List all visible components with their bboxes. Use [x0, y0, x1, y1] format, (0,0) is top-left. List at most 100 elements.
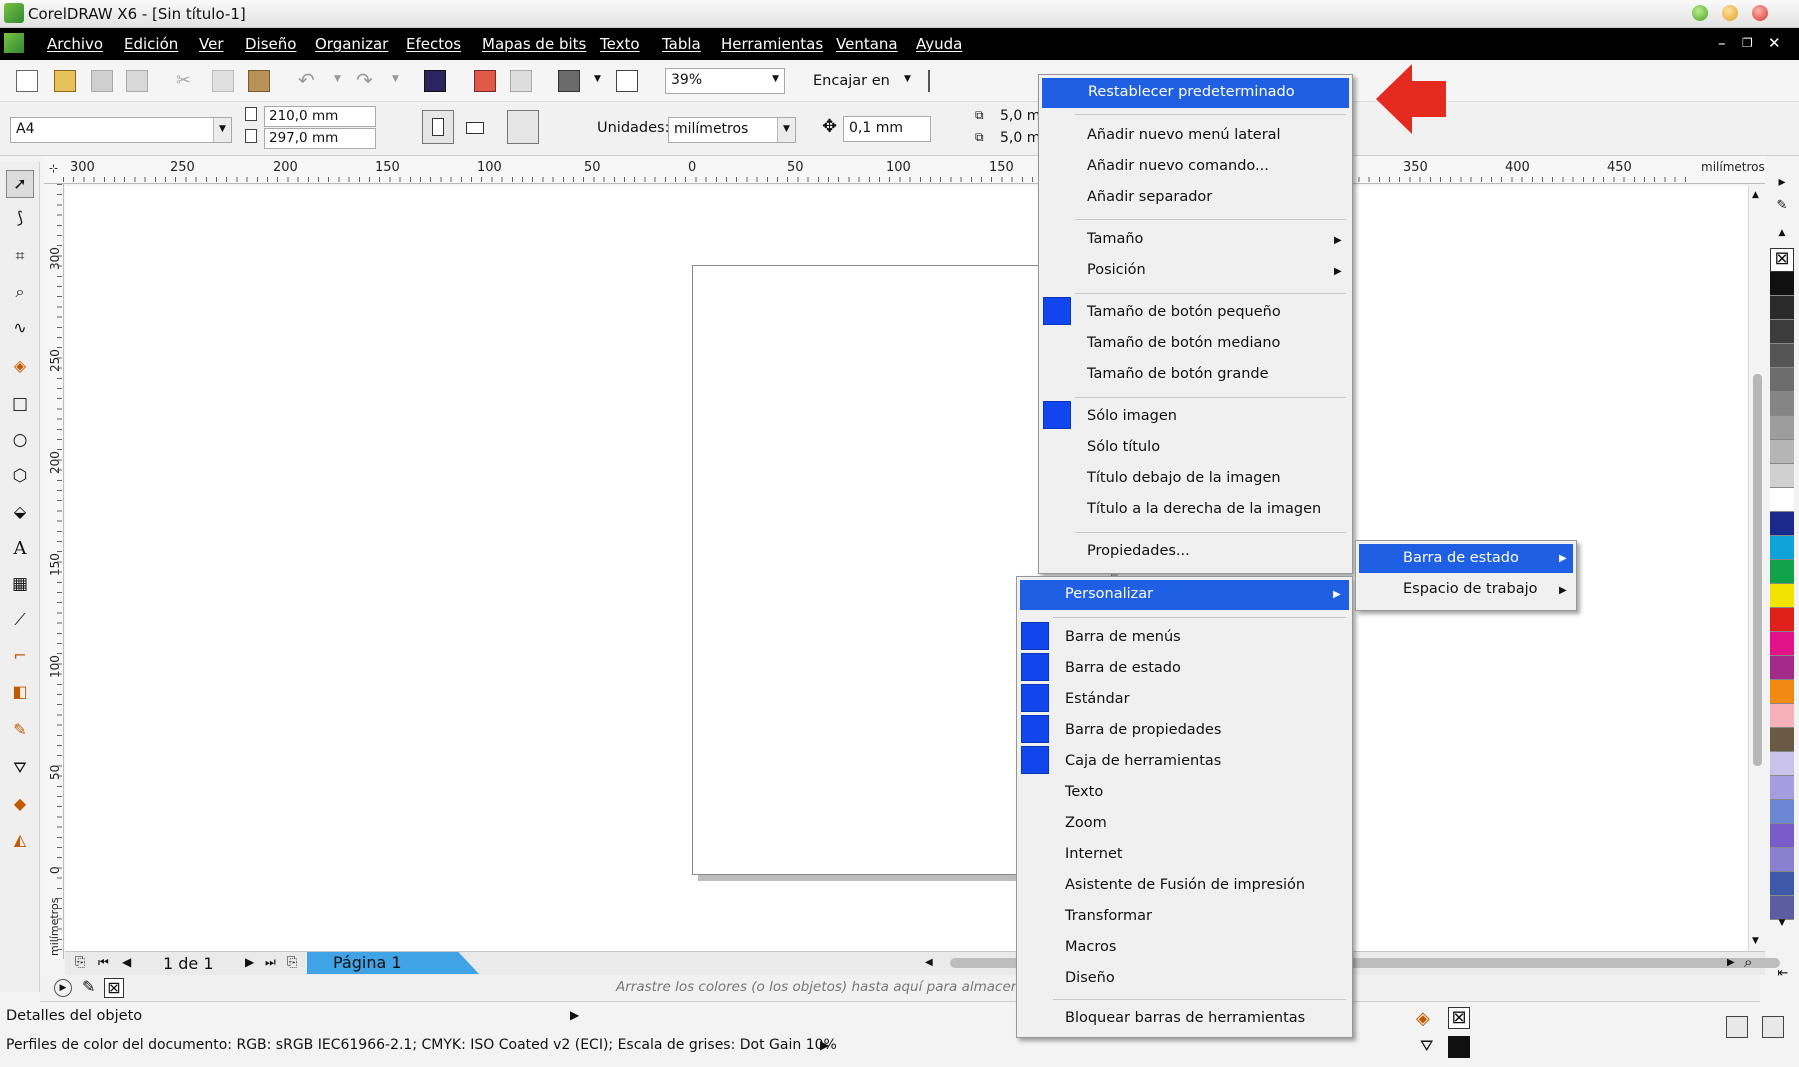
menu-item-customize[interactable]: Personalizar ▶: [1020, 580, 1349, 610]
redo-icon[interactable]: ↷: [356, 68, 373, 92]
palette-scroll-down-icon[interactable]: ▼: [1770, 918, 1794, 932]
dup-x-value[interactable]: 5,0 m: [1000, 108, 1040, 124]
color-swatch[interactable]: [1770, 560, 1794, 584]
undo-icon[interactable]: ↶: [298, 68, 315, 92]
nudge-input[interactable]: 0,1 mm: [843, 116, 931, 142]
outline-swatch-black[interactable]: [1448, 1036, 1470, 1058]
doc-close-icon[interactable]: ✕: [1768, 34, 1781, 52]
color-swatch[interactable]: [1770, 752, 1794, 776]
menu-item-toolbox[interactable]: Caja de herramientas: [1065, 753, 1221, 769]
color-swatch[interactable]: [1770, 680, 1794, 704]
color-swatch[interactable]: [1770, 896, 1794, 920]
options-icon[interactable]: [928, 70, 950, 92]
units-dropdown-icon[interactable]: ▼: [777, 118, 795, 142]
basic-shapes-tool-icon[interactable]: ⬙: [6, 502, 34, 530]
menu-archivo[interactable]: Archivo: [47, 35, 103, 53]
palette-menu-icon[interactable]: ▸: [1770, 174, 1794, 194]
landscape-button[interactable]: [460, 110, 492, 144]
menu-item-title-below[interactable]: Título debajo de la imagen: [1087, 470, 1281, 486]
connector-tool-icon[interactable]: ⌐: [6, 646, 34, 674]
menu-item-button-large[interactable]: Tamaño de botón grande: [1087, 366, 1269, 382]
no-color-icon[interactable]: ⊠: [104, 978, 124, 998]
dimension-tool-icon[interactable]: ⟋: [6, 610, 34, 638]
all-pages-icon[interactable]: [507, 110, 539, 144]
close-button[interactable]: [1752, 5, 1768, 21]
menu-item-macros[interactable]: Macros: [1065, 939, 1116, 955]
color-swatch[interactable]: [1770, 368, 1794, 392]
new-document-icon[interactable]: [16, 70, 38, 92]
save-icon[interactable]: [91, 70, 113, 92]
menu-item-property-bar[interactable]: Barra de propiedades: [1065, 722, 1221, 738]
shape-tool-icon[interactable]: ⟆: [6, 208, 34, 236]
menu-item-title-right[interactable]: Título a la derecha de la imagen: [1087, 501, 1321, 517]
last-page-icon[interactable]: ⏭: [265, 955, 276, 970]
menu-mapas-de-bits[interactable]: Mapas de bits: [482, 35, 586, 53]
menu-item-print-merge[interactable]: Asistente de Fusión de impresión: [1065, 877, 1305, 893]
scroll-up-icon[interactable]: ▲: [1752, 190, 1759, 200]
vertical-scrollbar[interactable]: ▲ ▼: [1748, 186, 1766, 951]
menu-ventana[interactable]: Ventana: [836, 35, 898, 53]
vertical-scroll-thumb[interactable]: [1753, 374, 1762, 766]
color-swatch[interactable]: [1770, 872, 1794, 896]
scroll-down-icon[interactable]: ▼: [1752, 936, 1759, 946]
fill-tool-icon[interactable]: ◆: [6, 794, 34, 822]
vertical-ruler[interactable]: 300 250 200 150 100 50 0 milímetros: [44, 184, 64, 959]
color-swatch[interactable]: [1770, 800, 1794, 824]
menu-item-only-image[interactable]: Sólo imagen: [1087, 408, 1177, 424]
color-swatch[interactable]: [1770, 440, 1794, 464]
color-swatch[interactable]: [1770, 392, 1794, 416]
doc-minimize-icon[interactable]: –: [1718, 34, 1726, 52]
palette-expand-icon[interactable]: ⇤: [1772, 966, 1794, 984]
menu-item-reset-default[interactable]: Restablecer predeterminado: [1042, 78, 1349, 108]
export-icon[interactable]: [510, 70, 532, 92]
copy-icon[interactable]: [212, 70, 234, 92]
page-size-select[interactable]: A4: [10, 117, 232, 143]
menu-item-add-flyout[interactable]: Añadir nuevo menú lateral: [1087, 127, 1281, 143]
next-page-icon[interactable]: ▶: [245, 955, 254, 969]
add-page-after-icon[interactable]: ⎘: [287, 955, 297, 970]
menu-edicion[interactable]: Edición: [124, 35, 178, 53]
zoom-tool-icon[interactable]: ⌕: [6, 282, 34, 310]
maximize-button[interactable]: [1722, 5, 1738, 21]
menu-item-only-title[interactable]: Sólo título: [1087, 439, 1160, 455]
no-color-swatch[interactable]: ⊠: [1770, 248, 1794, 272]
launcher-dropdown-icon[interactable]: ▼: [594, 74, 601, 84]
color-profile-info[interactable]: Perfiles de color del documento: RGB: sR…: [6, 1037, 837, 1053]
application-launcher-icon[interactable]: [558, 70, 580, 92]
smart-fill-tool-icon[interactable]: ◈: [6, 356, 34, 384]
text-tool-icon[interactable]: A: [6, 538, 34, 566]
menu-item-layout[interactable]: Diseño: [1065, 970, 1115, 986]
menu-item-text[interactable]: Texto: [1065, 784, 1103, 800]
menu-item-size[interactable]: Tamaño: [1087, 231, 1143, 247]
color-swatch[interactable]: [1770, 296, 1794, 320]
cut-icon[interactable]: ✂: [176, 70, 198, 92]
color-swatch[interactable]: [1770, 464, 1794, 488]
welcome-screen-icon[interactable]: [616, 70, 638, 92]
page-size-dropdown-icon[interactable]: ▼: [213, 118, 231, 142]
dup-y-value[interactable]: 5,0 m: [1000, 130, 1040, 146]
scroll-right-icon[interactable]: ▶: [1727, 957, 1735, 968]
menu-herramientas[interactable]: Herramientas: [721, 35, 823, 53]
color-swatch[interactable]: [1770, 608, 1794, 632]
table-tool-icon[interactable]: ▦: [6, 574, 34, 602]
menu-item-status-bar[interactable]: Barra de estado: [1065, 660, 1181, 676]
horizontal-ruler[interactable]: 300 250 200 150 100 50 0 50 100 150 350 …: [63, 156, 1765, 184]
snap-to-label[interactable]: Encajar en: [813, 73, 890, 89]
snap-dropdown-icon[interactable]: ▼: [904, 74, 911, 84]
menu-item-zoom[interactable]: Zoom: [1065, 815, 1107, 831]
menu-ayuda[interactable]: Ayuda: [916, 35, 962, 53]
menu-item-internet[interactable]: Internet: [1065, 846, 1123, 862]
pick-tool-icon[interactable]: ➚: [6, 170, 34, 198]
palette-options-icon[interactable]: ▶: [54, 979, 72, 997]
page-height-input[interactable]: 297,0 mm: [264, 128, 376, 149]
first-page-icon[interactable]: ⏮: [98, 955, 109, 970]
menu-efectos[interactable]: Efectos: [406, 35, 461, 53]
menu-item-button-medium[interactable]: Tamaño de botón mediano: [1087, 335, 1280, 351]
app-menu-icon[interactable]: [4, 33, 24, 53]
status-expand-icon[interactable]: ▶: [570, 1008, 579, 1022]
fill-swatch-none[interactable]: ⊠: [1448, 1007, 1470, 1029]
color-swatch[interactable]: [1770, 344, 1794, 368]
color-swatch[interactable]: [1770, 776, 1794, 800]
import-icon[interactable]: [474, 70, 496, 92]
previous-page-icon[interactable]: ◀: [122, 955, 131, 969]
